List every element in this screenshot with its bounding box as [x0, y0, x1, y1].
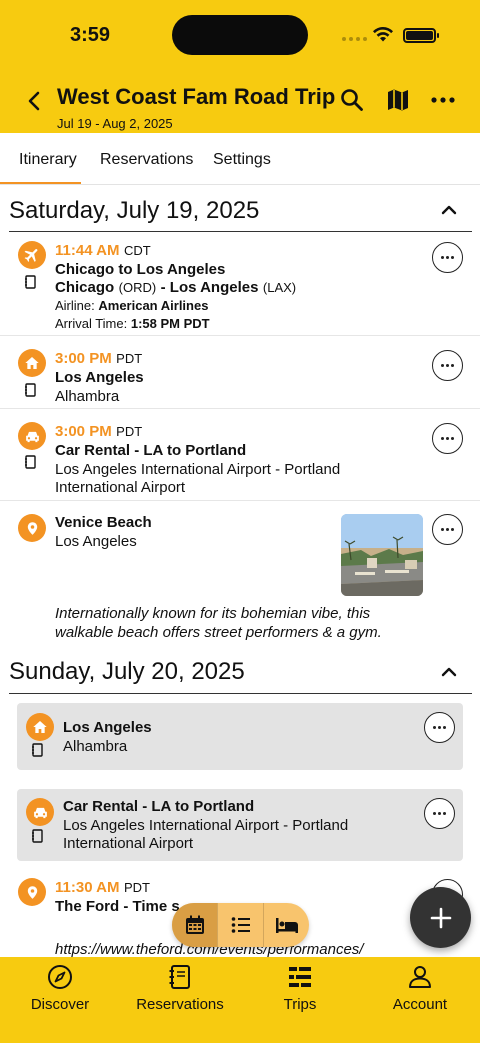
active-tab-indicator	[0, 182, 81, 184]
notebook-icon	[25, 383, 36, 397]
item-time-row: 3:00 PM PDT	[55, 423, 143, 440]
flight-route: Chicago (ORD) - Los Angeles (LAX)	[55, 279, 297, 296]
item-title: Los Angeles	[63, 719, 152, 736]
item-more-button[interactable]	[432, 242, 463, 273]
item-more-button[interactable]	[424, 798, 455, 829]
itinerary-item-lodging[interactable]: Los Angeles Alhambra	[17, 703, 463, 770]
dynamic-island	[172, 15, 308, 55]
nav-discover[interactable]: Discover	[0, 961, 120, 1021]
battery-icon	[403, 28, 439, 43]
home-icon	[26, 713, 54, 741]
item-timezone: CDT	[123, 243, 151, 258]
signal-icon	[342, 37, 367, 41]
tab-itinerary[interactable]: Itinerary	[19, 151, 77, 169]
day-divider	[9, 693, 472, 694]
plus-icon	[430, 907, 451, 928]
item-time-row: 11:30 AM PDT	[55, 879, 150, 896]
lodging-view-button[interactable]	[263, 903, 309, 947]
day-divider	[9, 231, 472, 232]
more-options-icon[interactable]	[429, 86, 457, 114]
wifi-icon	[373, 26, 393, 42]
arrival-row: Arrival Time: 1:58 PM PDT	[55, 316, 210, 331]
item-title: Venice Beach	[55, 514, 152, 531]
item-title: Chicago to Los Angeles	[55, 261, 226, 278]
location-pin-icon	[18, 514, 46, 542]
chevron-up-icon[interactable]	[438, 199, 460, 221]
tab-reservations[interactable]: Reservations	[100, 151, 193, 169]
item-title: The Ford - Time s	[55, 898, 180, 915]
item-more-button[interactable]	[432, 423, 463, 454]
item-title: Car Rental - LA to Portland	[55, 442, 247, 459]
calendar-view-button[interactable]	[172, 903, 217, 947]
item-line: International Airport	[55, 479, 186, 496]
item-description: walkable beach offers street performers …	[55, 624, 382, 641]
add-item-button[interactable]	[410, 887, 471, 948]
car-icon	[18, 422, 46, 450]
map-icon[interactable]	[384, 86, 412, 114]
airline-row: Airline: American Airlines	[55, 298, 209, 313]
item-subtitle: Los Angeles	[55, 533, 137, 550]
day-header: Saturday, July 19, 2025	[9, 197, 260, 224]
location-pin-icon	[18, 878, 46, 906]
tab-bar: Itinerary Reservations Settings	[0, 133, 480, 185]
tab-settings[interactable]: Settings	[213, 151, 271, 169]
car-icon	[26, 798, 54, 826]
status-time: 3:59	[70, 24, 111, 46]
home-icon	[18, 349, 46, 377]
compass-icon	[48, 965, 72, 989]
item-description: Internationally known for its bohemian v…	[55, 605, 371, 622]
item-time-row: 11:44 AM CDT	[55, 242, 151, 260]
item-title: Car Rental - LA to Portland	[63, 798, 255, 815]
item-more-button[interactable]	[432, 350, 463, 381]
item-line: International Airport	[63, 835, 194, 852]
item-line: Los Angeles International Airport - Port…	[63, 817, 349, 834]
nav-account[interactable]: Account	[360, 961, 480, 1021]
trip-dates: Jul 19 - Aug 2, 2025	[57, 116, 173, 131]
nav-trips[interactable]: Trips	[240, 961, 360, 1021]
notebook-icon	[32, 829, 43, 843]
item-time-row: 3:00 PM PDT	[55, 350, 143, 367]
notebook-icon	[25, 455, 36, 469]
itinerary-item-car-rental[interactable]: Car Rental - LA to Portland Los Angeles …	[17, 789, 463, 861]
airplane-icon	[18, 241, 46, 269]
bottom-nav: Discover Reservations Trips Account	[0, 957, 480, 1043]
item-title: Los Angeles	[55, 369, 144, 386]
chevron-up-icon[interactable]	[438, 661, 460, 683]
notebook-icon	[25, 275, 36, 289]
view-switcher	[172, 903, 309, 947]
itinerary-list[interactable]: Saturday, July 19, 2025 11:44 AM CDT Chi…	[0, 185, 480, 957]
item-line: Los Angeles International Airport - Port…	[55, 461, 341, 478]
list-view-button[interactable]	[217, 903, 263, 947]
notebook-icon	[169, 965, 190, 989]
item-subtitle: Alhambra	[55, 388, 120, 405]
app-header: 3:59 West Coast Fam Road Trip Jul 19 - A…	[0, 0, 480, 133]
list-icon	[231, 917, 250, 933]
trip-title: West Coast Fam Road Trip	[57, 84, 336, 109]
person-icon	[409, 966, 431, 988]
nav-reservations[interactable]: Reservations	[120, 961, 240, 1021]
back-arrow-icon[interactable]	[22, 88, 48, 114]
search-icon[interactable]	[338, 86, 366, 114]
item-more-button[interactable]	[432, 514, 463, 545]
notebook-icon	[32, 743, 43, 757]
bed-icon	[275, 918, 298, 933]
calendar-icon	[185, 915, 204, 934]
item-time: 11:44 AM	[55, 242, 120, 259]
day-header: Sunday, July 20, 2025	[9, 658, 245, 685]
venice-beach-photo[interactable]	[341, 514, 423, 596]
item-more-button[interactable]	[424, 712, 455, 743]
item-subtitle: Alhambra	[63, 738, 128, 755]
trips-list-icon	[289, 967, 311, 987]
